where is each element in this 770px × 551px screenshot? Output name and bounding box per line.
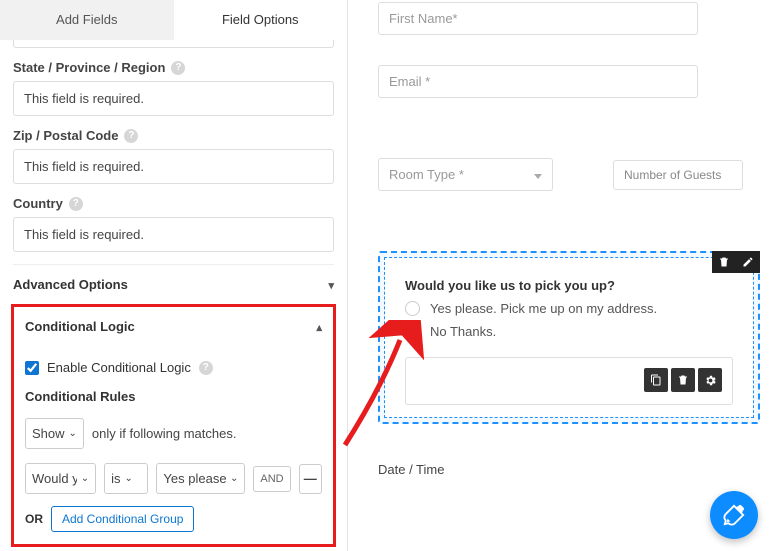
radio-option-2[interactable] [405, 324, 420, 339]
chevron-down-icon [124, 471, 132, 486]
or-label: OR [25, 512, 43, 526]
state-input[interactable]: This field is required. [13, 81, 334, 116]
question-label: Would you like us to pick you up? [405, 278, 733, 293]
delete-icon[interactable] [712, 251, 736, 273]
radio-option-1[interactable] [405, 301, 420, 316]
rule-field-value: Would yo [32, 471, 77, 486]
zip-input[interactable]: This field is required. [13, 149, 334, 184]
chevron-down-icon [328, 277, 334, 292]
first-name-field[interactable]: First Name* [378, 2, 698, 35]
help-icon[interactable]: ? [199, 361, 213, 375]
email-field[interactable]: Email * [378, 65, 698, 98]
radio-label-2: No Thanks. [430, 324, 496, 339]
remove-rule-button[interactable]: — [299, 464, 322, 494]
conditional-rules-title: Conditional Rules [25, 389, 322, 404]
date-time-label: Date / Time [378, 462, 760, 477]
rule-value-select[interactable]: Yes please. Pic [156, 463, 245, 494]
country-label: Country [13, 196, 63, 211]
conditional-logic-label: Conditional Logic [25, 319, 135, 334]
tab-add-fields[interactable]: Add Fields [0, 0, 174, 40]
chevron-down-icon [69, 426, 77, 441]
radio-label-1: Yes please. Pick me up on my address. [430, 301, 657, 316]
advanced-options-label: Advanced Options [13, 277, 128, 292]
rule-operator-value: is [111, 471, 120, 486]
highlight-box: Conditional Logic Enable Conditional Log… [11, 304, 336, 547]
copy-icon[interactable] [644, 368, 668, 392]
enable-conditional-label: Enable Conditional Logic [47, 360, 191, 375]
selected-form-field[interactable]: Would you like us to pick you up? Yes pl… [378, 251, 760, 424]
trash-icon[interactable] [671, 368, 695, 392]
and-button[interactable]: AND [253, 466, 290, 492]
help-icon[interactable]: ? [69, 197, 83, 211]
advanced-options-toggle[interactable]: Advanced Options [13, 264, 334, 304]
add-conditional-group-button[interactable]: Add Conditional Group [51, 506, 194, 532]
gear-icon[interactable] [698, 368, 722, 392]
rule-operator-select[interactable]: is [104, 463, 148, 494]
rule-value-value: Yes please. Pic [163, 471, 226, 486]
number-of-guests-field[interactable]: Number of Guests [613, 160, 743, 190]
state-label: State / Province / Region [13, 60, 165, 75]
help-icon[interactable]: ? [171, 61, 185, 75]
tab-field-options[interactable]: Field Options [174, 0, 348, 40]
action-select[interactable]: Show [25, 418, 84, 449]
chevron-down-icon [81, 471, 89, 486]
nested-field-placeholder[interactable] [405, 357, 733, 405]
fab-button[interactable] [710, 491, 758, 539]
chevron-down-icon [534, 167, 542, 182]
action-select-value: Show [32, 426, 65, 441]
help-icon[interactable]: ? [124, 129, 138, 143]
country-input[interactable]: This field is required. [13, 217, 334, 252]
conditional-logic-toggle[interactable]: Conditional Logic [25, 307, 322, 346]
chevron-down-icon [230, 471, 238, 486]
edit-icon[interactable] [736, 251, 760, 273]
room-type-value: Room Type * [389, 167, 464, 182]
zip-label: Zip / Postal Code [13, 128, 118, 143]
room-type-select[interactable]: Room Type * [378, 158, 553, 191]
match-text: only if following matches. [92, 426, 237, 441]
rule-field-select[interactable]: Would yo [25, 463, 96, 494]
chevron-up-icon [316, 319, 322, 334]
enable-conditional-checkbox[interactable] [25, 361, 39, 375]
